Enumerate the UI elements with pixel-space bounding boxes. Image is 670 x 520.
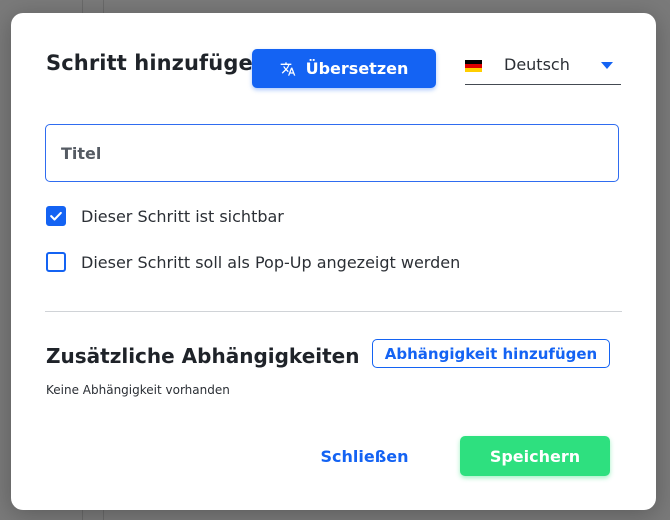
close-button[interactable]: Schließen [307, 438, 422, 474]
language-select[interactable]: Deutsch [465, 53, 621, 85]
popup-checkbox-row[interactable]: Dieser Schritt soll als Pop-Up angezeigt… [46, 252, 460, 272]
add-dependency-button[interactable]: Abhängigkeit hinzufügen [372, 339, 610, 368]
checkmark-icon [50, 211, 62, 221]
save-button[interactable]: Speichern [460, 436, 610, 476]
germany-flag-icon [465, 60, 482, 72]
popup-checkbox-label: Dieser Schritt soll als Pop-Up angezeigt… [81, 252, 461, 272]
chevron-down-icon [601, 62, 613, 69]
title-input[interactable] [45, 124, 619, 182]
visible-checkbox[interactable] [46, 206, 66, 226]
add-step-modal: Schritt hinzufügen Übersetzen Deutsch Di… [11, 13, 656, 510]
translate-icon [280, 61, 295, 76]
visible-checkbox-label: Dieser Schritt ist sichtbar [81, 206, 284, 226]
language-select-value: Deutsch [504, 55, 570, 74]
no-dependencies-text: Keine Abhängigkeit vorhanden [46, 383, 230, 397]
section-divider [45, 311, 622, 312]
popup-checkbox[interactable] [46, 252, 66, 272]
dependencies-heading: Zusätzliche Abhängigkeiten [46, 344, 360, 368]
translate-button[interactable]: Übersetzen [252, 49, 436, 88]
visible-checkbox-row[interactable]: Dieser Schritt ist sichtbar [46, 206, 284, 226]
modal-title: Schritt hinzufügen [46, 51, 268, 75]
translate-button-label: Übersetzen [305, 59, 409, 78]
